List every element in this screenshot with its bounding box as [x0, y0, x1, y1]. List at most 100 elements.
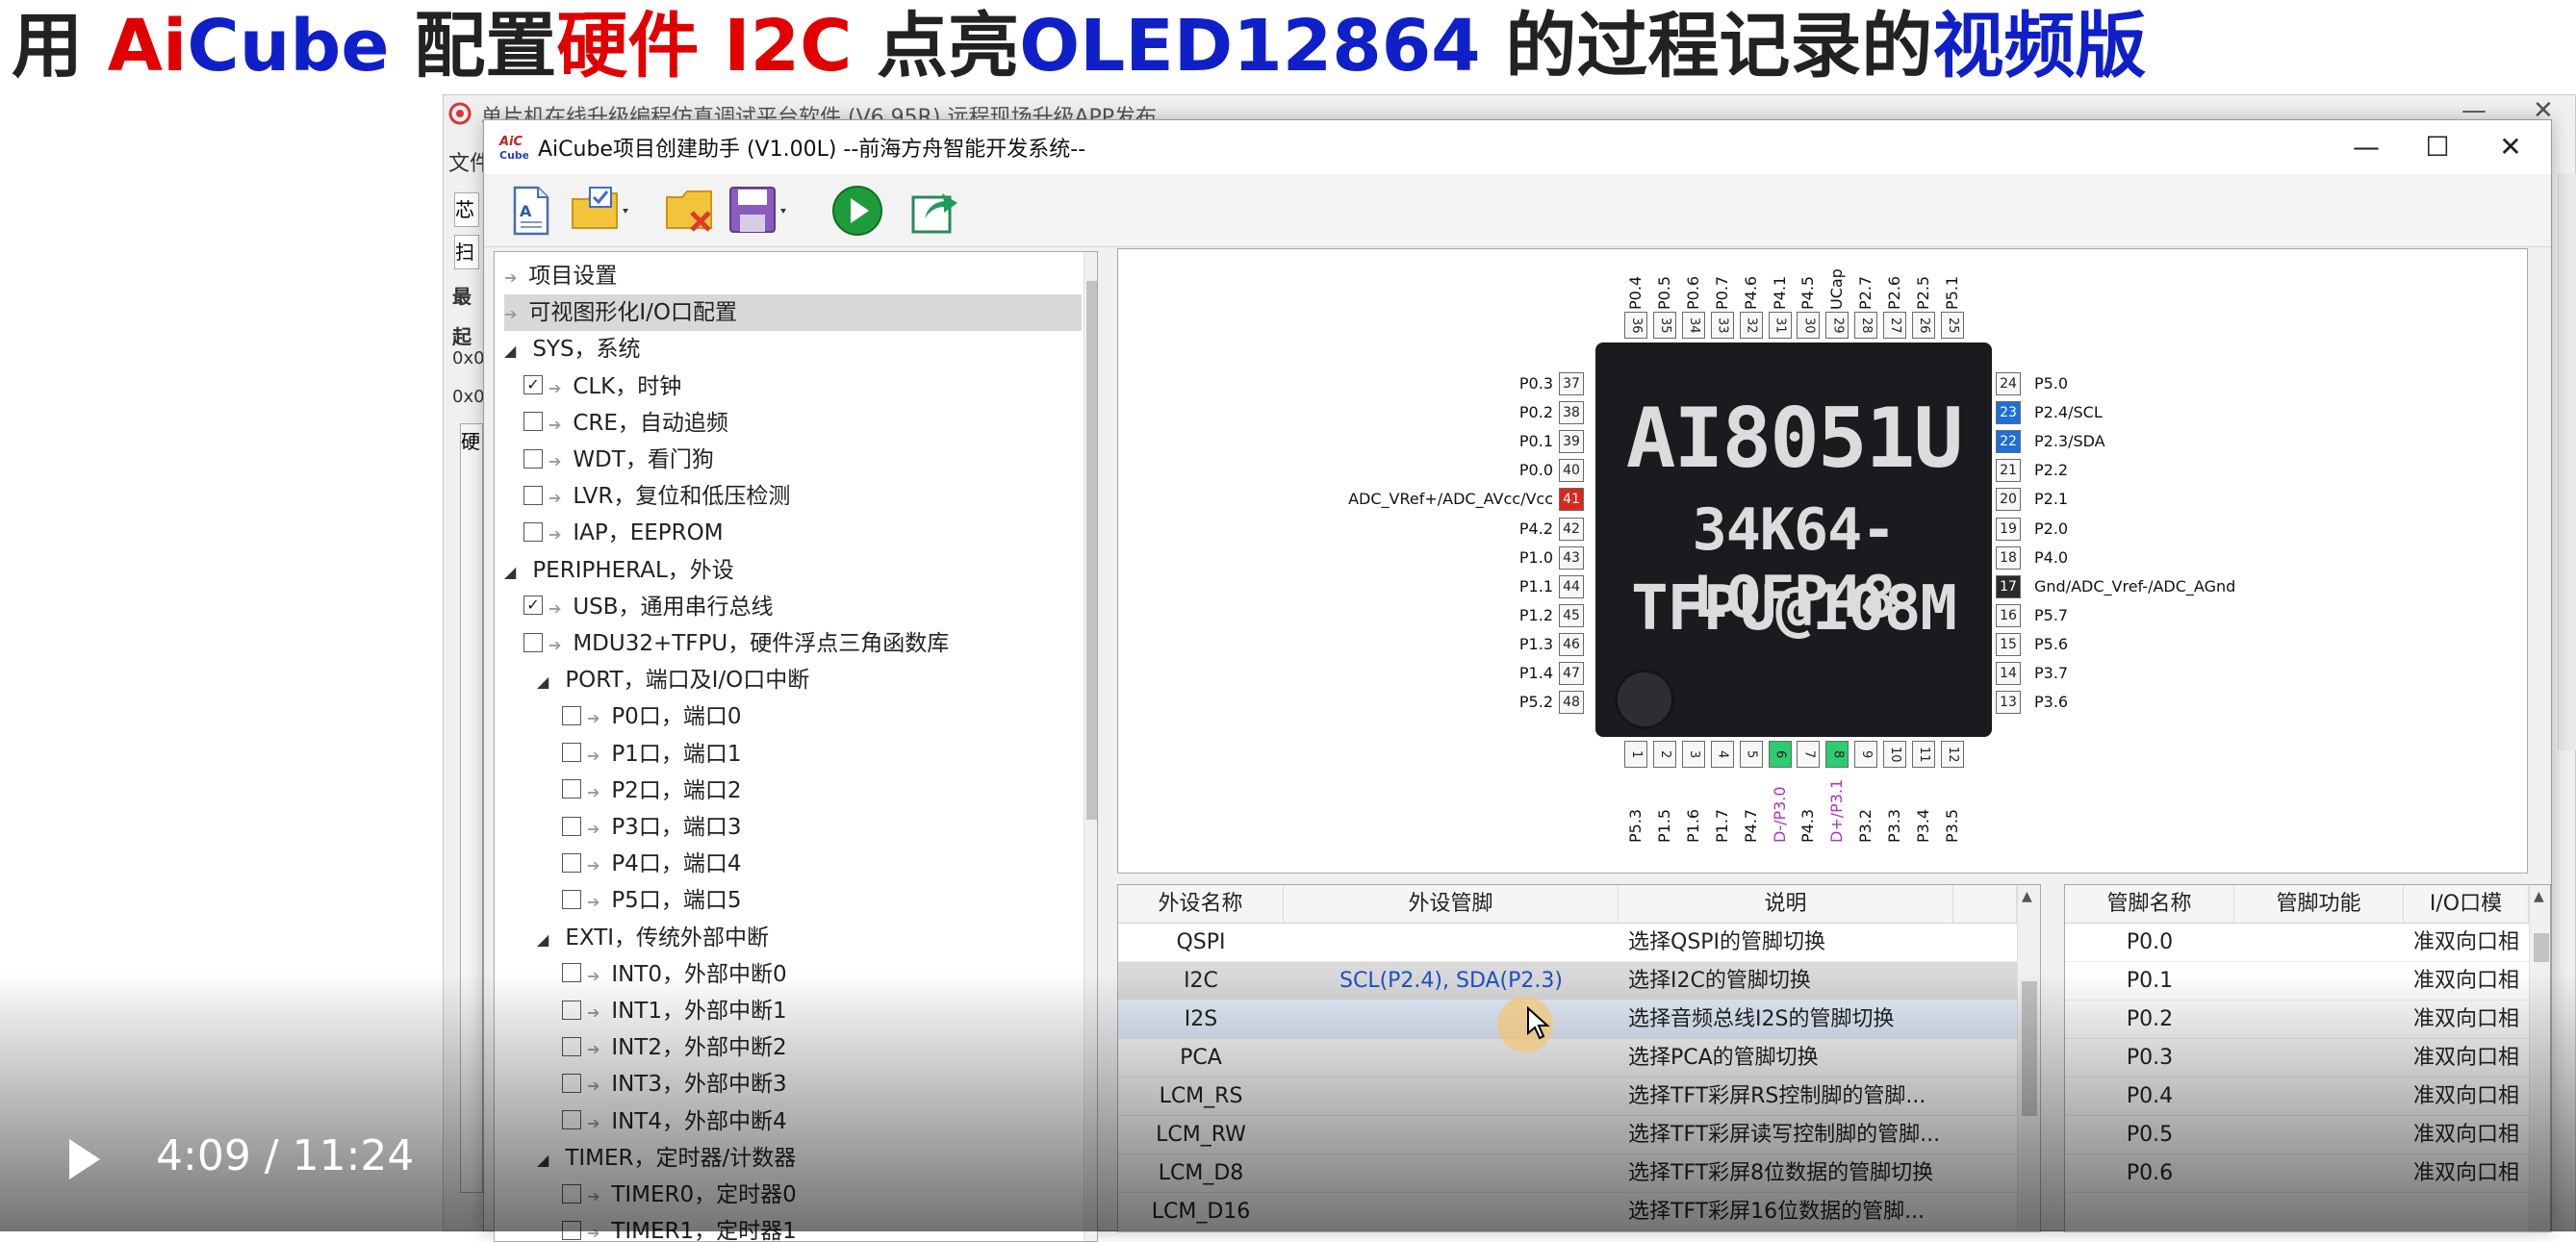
background-fragment[interactable]: 扫	[454, 235, 479, 269]
tree-checkbox[interactable]	[562, 779, 581, 799]
chip-pin[interactable]: 21	[1996, 459, 2021, 483]
chip-pin[interactable]: 30	[1797, 312, 1821, 339]
chip-pin[interactable]: 35	[1652, 312, 1676, 339]
chip-pin[interactable]: 9	[1854, 741, 1878, 768]
chip-pin[interactable]: 15	[1996, 632, 2021, 656]
pin-scroll-thumb[interactable]	[2534, 933, 2549, 962]
tree-item[interactable]: ➔ P1口，端口1	[562, 736, 741, 773]
save-icon[interactable]	[727, 184, 792, 238]
peripheral-header-name[interactable]: 外设名称	[1118, 885, 1284, 924]
scroll-up-icon[interactable]: ▲	[2534, 889, 2544, 904]
chip-pin[interactable]: 24	[1996, 372, 2021, 395]
chip-pin[interactable]: 40	[1559, 459, 1584, 483]
chip-pin[interactable]: 33	[1710, 312, 1734, 339]
chip-pin[interactable]: 29	[1825, 312, 1849, 339]
new-file-icon[interactable]: A	[503, 184, 557, 238]
peripheral-header-pins[interactable]: 外设管脚	[1284, 885, 1619, 924]
chip-pin[interactable]: 18	[1996, 545, 2021, 570]
tree-checkbox[interactable]	[523, 485, 543, 505]
tree-item[interactable]: ➔ P4口，端口4	[562, 846, 741, 882]
delete-folder-icon[interactable]	[663, 184, 717, 238]
chip-pin[interactable]: 46	[1559, 632, 1584, 656]
chip-pin[interactable]: 42	[1559, 517, 1584, 541]
tree-item[interactable]: ➔ IAP，EEPROM	[523, 515, 724, 551]
tree-checkbox[interactable]: ✓	[523, 596, 543, 616]
minimize-button[interactable]: —	[2328, 122, 2405, 172]
tree-checkbox[interactable]	[562, 889, 581, 909]
chip-pin[interactable]: 22	[1996, 430, 2021, 454]
tree-item[interactable]: ➔ 项目设置	[504, 258, 617, 294]
chip-pin[interactable]: 3	[1681, 741, 1705, 768]
pin-header-mode[interactable]: I/O口模	[2404, 885, 2529, 924]
tree-expand-icon[interactable]: ◢	[537, 664, 558, 700]
maximize-button[interactable]: ☐	[2399, 122, 2476, 172]
tree-item[interactable]: ➔ WDT，看门狗	[523, 442, 714, 478]
chip-pin[interactable]: 5	[1739, 741, 1763, 768]
chip-pin[interactable]: 17	[1996, 574, 2021, 598]
chip-pin[interactable]: 13	[1996, 691, 2021, 715]
tree-item[interactable]: ➔ P3口，端口3	[562, 809, 741, 846]
chip-pin[interactable]: 4	[1710, 741, 1734, 768]
tree-checkbox[interactable]: ✓	[523, 375, 543, 395]
tree-item[interactable]: ◢ EXTI，传统外部中断	[537, 920, 769, 956]
background-fragment[interactable]: 芯	[454, 192, 479, 227]
chip-pin[interactable]: 31	[1768, 312, 1792, 339]
chip-pin[interactable]: 16	[1996, 603, 2021, 627]
background-scrollbar[interactable]	[2558, 173, 2576, 750]
chip-pin[interactable]: 25	[1940, 312, 1964, 339]
tree-item[interactable]: ➔ P5口，端口5	[562, 882, 741, 919]
tree-item[interactable]: ✓ ➔ USB，通用串行总线	[523, 589, 774, 625]
tree-item[interactable]: ➔ CRE，自动追频	[523, 405, 728, 442]
chip-pin[interactable]: 47	[1559, 662, 1584, 685]
chip-pin[interactable]: 20	[1996, 488, 2021, 512]
chip-pin[interactable]: 11	[1912, 741, 1935, 768]
tree-item[interactable]: ➔ 可视图形化I/O口配置	[504, 294, 1082, 332]
close-button[interactable]: ✕	[2472, 122, 2549, 172]
tree-expand-icon[interactable]: ◢	[504, 333, 525, 369]
chip-pin[interactable]: 38	[1559, 401, 1584, 425]
chip-pin[interactable]: 34	[1681, 312, 1705, 339]
chip-pin[interactable]: 37	[1559, 372, 1584, 395]
tree-item[interactable]: ◢ SYS，系统	[504, 331, 641, 368]
tree-scroll-thumb[interactable]	[1086, 281, 1097, 820]
tree-checkbox[interactable]	[562, 705, 581, 725]
chip-pin[interactable]: 12	[1940, 741, 1964, 768]
pin-header-name[interactable]: 管脚名称	[2065, 885, 2234, 924]
open-folder-icon[interactable]	[569, 184, 634, 238]
table-row[interactable]: P0.0 准双向口相	[2065, 924, 2529, 962]
chip-pin[interactable]: 14	[1996, 662, 2021, 685]
tree-checkbox[interactable]	[523, 521, 543, 542]
chip-pin[interactable]: 26	[1912, 312, 1935, 339]
tree-item[interactable]: ➔ P2口，端口2	[562, 773, 741, 809]
play-icon[interactable]	[65, 1135, 104, 1183]
tree-item[interactable]: ◢ PORT，端口及I/O口中断	[537, 662, 809, 698]
chip-pin[interactable]: 28	[1854, 312, 1878, 339]
tree-checkbox[interactable]	[562, 852, 581, 873]
chip-pin[interactable]: 41	[1559, 488, 1584, 512]
chip-pin[interactable]: 1	[1624, 741, 1647, 768]
peripheral-pins-cell[interactable]	[1284, 924, 1619, 962]
chip-pin[interactable]: 19	[1996, 517, 2021, 541]
chip-pin[interactable]: 8	[1825, 741, 1849, 768]
chip-pin[interactable]: 36	[1624, 312, 1647, 339]
peripheral-header-desc[interactable]: 说明	[1619, 885, 1953, 924]
tree-expand-icon[interactable]: ◢	[537, 922, 558, 958]
run-icon[interactable]	[830, 184, 884, 238]
chip-pin[interactable]: 32	[1739, 312, 1763, 339]
pin-header-function[interactable]: 管脚功能	[2234, 885, 2404, 924]
chip-pin[interactable]: 10	[1883, 741, 1907, 768]
chip-pin[interactable]: 48	[1559, 691, 1584, 715]
tree-expand-icon[interactable]: ◢	[504, 554, 525, 591]
tree-item[interactable]: ✓ ➔ CLK，时钟	[523, 368, 681, 405]
tree-item[interactable]: ➔ P0口，端口0	[562, 698, 741, 735]
chip-pin[interactable]: 27	[1883, 312, 1907, 339]
pin-mode-cell[interactable]: 准双向口相	[2413, 924, 2529, 962]
chip-pin[interactable]: 2	[1652, 741, 1676, 768]
tree-item[interactable]: ➔ LVR，复位和低压检测	[523, 478, 790, 515]
chip-pin[interactable]: 23	[1996, 401, 2021, 425]
table-row[interactable]: QSPI 选择QSPI的管脚切换	[1118, 924, 2017, 962]
tree-item[interactable]: ◢ PERIPHERAL，外设	[504, 552, 734, 589]
chip-pin[interactable]: 6	[1768, 741, 1792, 768]
chip-pin[interactable]: 7	[1797, 741, 1821, 768]
scroll-up-icon[interactable]: ▲	[2022, 889, 2032, 904]
